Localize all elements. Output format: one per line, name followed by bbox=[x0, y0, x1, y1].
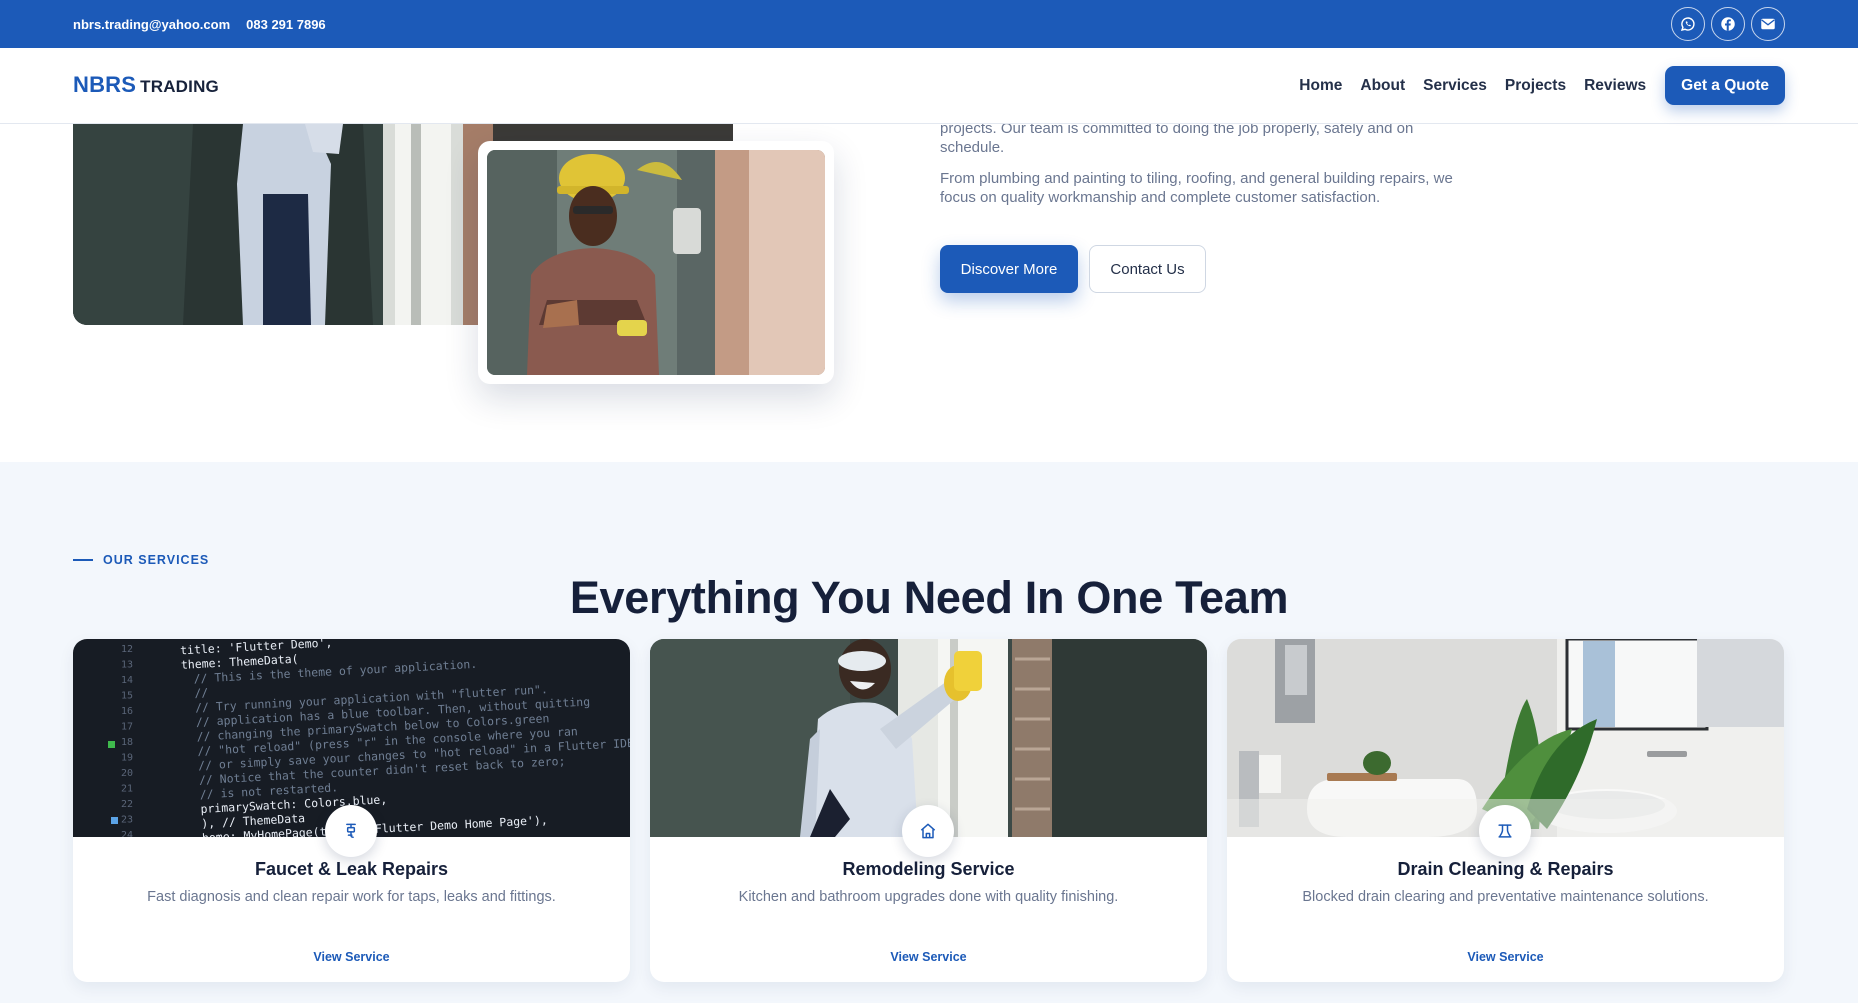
about-secondary-photo bbox=[487, 150, 825, 375]
get-quote-button[interactable]: Get a Quote bbox=[1665, 66, 1785, 105]
mail-icon bbox=[1761, 18, 1775, 30]
home-icon bbox=[920, 823, 936, 839]
logo-suffix: TRADING bbox=[140, 77, 219, 96]
code-line-number: 14 bbox=[121, 675, 133, 686]
service-card-drain[interactable]: Drain Cleaning & Repairs Blocked drain c… bbox=[1227, 639, 1784, 982]
service-card-description: Blocked drain clearing and preventative … bbox=[1302, 889, 1709, 905]
facebook-button[interactable] bbox=[1711, 7, 1745, 41]
phone-link[interactable]: 083 291 7896 bbox=[246, 17, 326, 32]
service-card-description: Fast diagnosis and clean repair work for… bbox=[147, 889, 556, 905]
nav-link-projects[interactable]: Projects bbox=[1505, 77, 1566, 95]
about-buttons: Discover More Contact Us bbox=[940, 245, 1206, 293]
nav-link-home[interactable]: Home bbox=[1299, 77, 1342, 95]
whatsapp-icon bbox=[1680, 17, 1695, 32]
code-line-number: 19 bbox=[121, 753, 133, 764]
code-line-number: 16 bbox=[121, 706, 133, 717]
main-navbar: NBRS TRADING Home About Services Projects… bbox=[0, 48, 1858, 124]
service-card-faucet[interactable]: 12 13 14 15 16 17 18 19 20 21 22 23 24 title: 'Flutt… bbox=[73, 639, 630, 982]
code-line-number: 17 bbox=[121, 722, 133, 733]
about-paragraph-2: From plumbing and painting to tiling, ro… bbox=[940, 170, 1453, 206]
services-eyebrow-label: OUR SERVICES bbox=[103, 553, 210, 567]
service-card-description: Kitchen and bathroom upgrades done with … bbox=[738, 889, 1119, 905]
eyebrow-line bbox=[73, 559, 93, 561]
code-line-number: 15 bbox=[121, 691, 133, 702]
service-card-title: Drain Cleaning & Repairs bbox=[1397, 859, 1614, 879]
whatsapp-button[interactable] bbox=[1671, 7, 1705, 41]
site-logo[interactable]: NBRS TRADING bbox=[73, 72, 219, 98]
nav-link-about[interactable]: About bbox=[1360, 77, 1405, 95]
service-card-title: Remodeling Service bbox=[842, 859, 1015, 879]
service-card-remodeling[interactable]: Remodeling Service Kitchen and bathroom … bbox=[650, 639, 1207, 982]
services-title: Everything You Need In One Team bbox=[569, 572, 1289, 623]
drain-icon bbox=[1498, 824, 1512, 838]
nav-link-services[interactable]: Services bbox=[1423, 77, 1487, 95]
services-section: OUR SERVICES Everything You Need In One … bbox=[0, 462, 1858, 1003]
code-line-number: 23 bbox=[121, 815, 133, 826]
drain-icon-badge bbox=[1479, 805, 1531, 857]
home-icon-badge bbox=[902, 805, 954, 857]
code-line-number: 20 bbox=[121, 768, 133, 779]
code-line-number: 21 bbox=[121, 784, 133, 795]
about-text: projects. Our team is committed to doing… bbox=[940, 120, 1460, 219]
nav-links: Home About Services Projects Reviews Get… bbox=[1281, 66, 1785, 105]
discover-more-button[interactable]: Discover More bbox=[940, 245, 1078, 293]
code-line-number: 22 bbox=[121, 799, 133, 810]
email-link[interactable]: nbrs.trading@yahoo.com bbox=[73, 17, 230, 32]
mail-button[interactable] bbox=[1751, 7, 1785, 41]
code-line-number: 18 bbox=[121, 737, 133, 748]
social-links bbox=[1671, 7, 1785, 41]
top-bar: nbrs.trading@yahoo.com 083 291 7896 bbox=[0, 0, 1858, 48]
logo-brand: NBRS bbox=[73, 72, 137, 97]
contact-us-button[interactable]: Contact Us bbox=[1089, 245, 1206, 293]
faucet-icon-badge bbox=[325, 805, 377, 857]
contact-info: nbrs.trading@yahoo.com 083 291 7896 bbox=[73, 0, 326, 48]
view-service-link[interactable]: View Service bbox=[1227, 950, 1784, 964]
service-card-title: Faucet & Leak Repairs bbox=[254, 859, 449, 879]
view-service-link[interactable]: View Service bbox=[73, 950, 630, 964]
about-paragraph-1: projects. Our team is committed to doing… bbox=[940, 120, 1414, 156]
facebook-icon bbox=[1721, 17, 1735, 31]
code-line-number: 12 bbox=[121, 644, 133, 655]
faucet-icon bbox=[346, 823, 356, 838]
about-secondary-photo-card bbox=[478, 141, 834, 384]
code-line: // bbox=[194, 685, 209, 700]
code-line-number: 13 bbox=[121, 660, 133, 671]
code-line-number: 24 bbox=[121, 830, 133, 837]
nav-link-reviews[interactable]: Reviews bbox=[1584, 77, 1646, 95]
worker-hardhat-image bbox=[487, 150, 825, 375]
view-service-link[interactable]: View Service bbox=[650, 950, 1207, 964]
about-section: projects. Our team is committed to doing… bbox=[0, 120, 1858, 462]
services-eyebrow: OUR SERVICES bbox=[73, 553, 209, 567]
